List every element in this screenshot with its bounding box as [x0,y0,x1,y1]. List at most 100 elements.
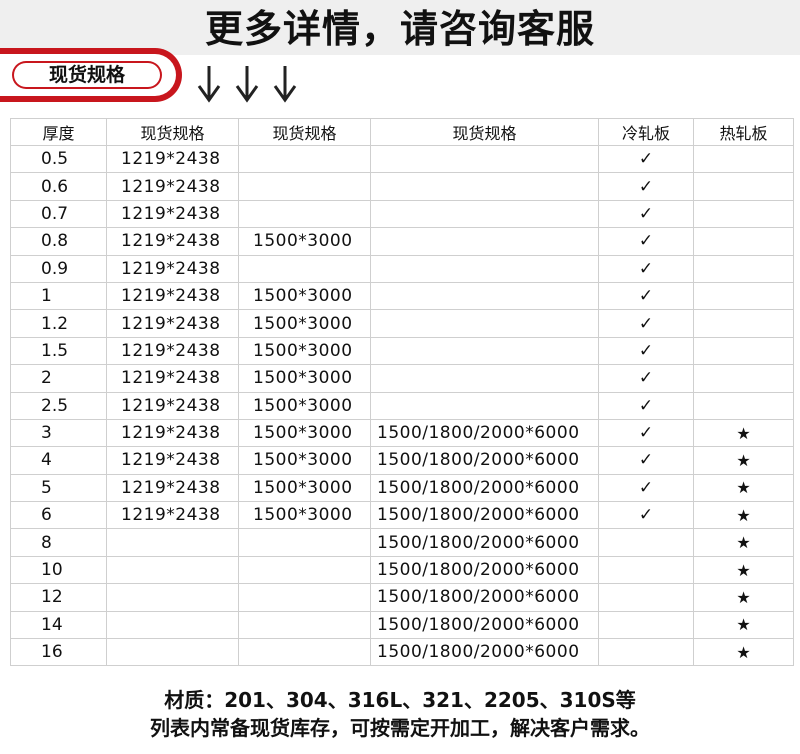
hot-rolled-cell: ★ [693,555,794,585]
thickness-cell: 0.9 [10,254,107,283]
spec-2-cell [238,144,371,174]
hot-rolled-cell [693,336,794,366]
spec-3-cell: 1500/1800/2000*6000 [370,583,599,612]
spec-3-cell [370,364,599,393]
spec-3-cell: 1500/1800/2000*6000 [370,418,599,448]
column-header-spec-1: 现货规格 [106,118,239,146]
cold-rolled-cell [598,528,694,557]
down-arrow-icon [234,64,260,104]
table-row: 3 1219*2438 1500*3000 1500/1800/2000*6000 ✓ ★ [10,418,794,448]
table-row: 0.9 1219*2438 ✓ [10,254,794,283]
thickness-cell: 6 [10,501,107,530]
hot-rolled-cell [693,364,794,393]
cold-rolled-cell: ✓ [598,227,694,256]
badge-pill: 现货规格 [0,48,182,102]
column-header-cold-rolled: 冷轧板 [598,118,694,146]
column-header-thickness: 厚度 [10,118,107,146]
spec-3-cell: 1500/1800/2000*6000 [370,446,599,475]
column-header-hot-rolled: 热轧板 [693,118,794,146]
thickness-cell: 0.8 [10,227,107,256]
hot-rolled-cell [693,281,794,311]
cold-rolled-cell [598,583,694,612]
spec-3-cell: 1500/1800/2000*6000 [370,501,599,530]
spec-1-cell: 1219*2438 [106,473,239,503]
spec-2-cell: 1500*3000 [238,364,371,393]
cold-rolled-cell [598,610,694,640]
spec-3-cell [370,281,599,311]
badge-label: 现货规格 [48,64,125,86]
table-body: 0.5 1219*2438 ✓ 0.6 1219*2438 ✓ 0.7 1219*2438 ✓ 0… [10,144,794,667]
spec-table: 厚度 现货规格 现货规格 现货规格 冷轧板 热轧板 0.5 1219*2438 ✓ 0… [10,118,794,667]
spec-2-cell: 1500*3000 [238,227,371,256]
spec-2-cell: 1500*3000 [238,309,371,338]
table-row: 12 1500/1800/2000*6000 ★ [10,583,794,612]
thickness-cell: 2 [10,364,107,393]
cold-rolled-cell: ✓ [598,144,694,174]
hot-rolled-cell: ★ [693,501,794,530]
thickness-cell: 3 [10,418,107,448]
spec-2-cell [238,583,371,612]
cold-rolled-cell: ✓ [598,501,694,530]
spec-3-cell: 1500/1800/2000*6000 [370,638,599,667]
hot-rolled-cell: ★ [693,583,794,612]
cold-rolled-cell: ✓ [598,309,694,338]
thickness-cell: 1 [10,281,107,311]
spec-2-cell [238,528,371,557]
spec-1-cell: 1219*2438 [106,144,239,174]
footer-materials: 材质：201、304、316L、321、2205、310S等 [164,688,636,712]
spec-1-cell: 1219*2438 [106,281,239,311]
thickness-cell: 0.5 [10,144,107,174]
spec-3-cell [370,199,599,229]
table-row: 5 1219*2438 1500*3000 1500/1800/2000*6000 ✓ ★ [10,473,794,503]
cold-rolled-cell: ✓ [598,473,694,503]
cold-rolled-cell: ✓ [598,172,694,201]
thickness-cell: 0.6 [10,172,107,201]
table-row: 0.5 1219*2438 ✓ [10,144,794,174]
spec-1-cell: 1219*2438 [106,501,239,530]
cold-rolled-cell: ✓ [598,391,694,420]
spec-1-cell: 1219*2438 [106,254,239,283]
thickness-cell: 4 [10,446,107,475]
cold-rolled-cell: ✓ [598,336,694,366]
cold-rolled-cell: ✓ [598,254,694,283]
spec-2-cell: 1500*3000 [238,501,371,530]
spec-1-cell: 1219*2438 [106,446,239,475]
cold-rolled-cell: ✓ [598,281,694,311]
down-arrow-icon [272,64,298,104]
hot-rolled-cell: ★ [693,638,794,667]
hot-rolled-cell: ★ [693,418,794,448]
hot-rolled-cell: ★ [693,610,794,640]
footer-note: 列表内常备现货库存，可按需定开加工，解决客户需求。 [150,716,650,740]
table-row: 2.5 1219*2438 1500*3000 ✓ [10,391,794,420]
spec-3-cell: 1500/1800/2000*6000 [370,473,599,503]
spec-2-cell: 1500*3000 [238,391,371,420]
spec-3-cell [370,172,599,201]
thickness-cell: 14 [10,610,107,640]
spec-2-cell [238,254,371,283]
hot-rolled-cell [693,144,794,174]
table-row: 1.5 1219*2438 1500*3000 ✓ [10,336,794,366]
table-row: 8 1500/1800/2000*6000 ★ [10,528,794,557]
spec-2-cell: 1500*3000 [238,281,371,311]
spec-2-cell [238,555,371,585]
spec-1-cell: 1219*2438 [106,418,239,448]
table-row: 1 1219*2438 1500*3000 ✓ [10,281,794,311]
table-row: 6 1219*2438 1500*3000 1500/1800/2000*6000 ✓ ★ [10,501,794,530]
spec-1-cell [106,638,239,667]
hot-rolled-cell: ★ [693,473,794,503]
arrow-group [196,64,306,104]
spec-1-cell [106,610,239,640]
spec-1-cell: 1219*2438 [106,199,239,229]
hot-rolled-cell [693,309,794,338]
column-header-spec-3: 现货规格 [370,118,599,146]
table-row: 0.8 1219*2438 1500*3000 ✓ [10,227,794,256]
spec-3-cell [370,336,599,366]
table-row: 0.7 1219*2438 ✓ [10,199,794,229]
hot-rolled-cell [693,172,794,201]
spec-1-cell: 1219*2438 [106,336,239,366]
hot-rolled-cell: ★ [693,528,794,557]
thickness-cell: 12 [10,583,107,612]
table-row: 4 1219*2438 1500*3000 1500/1800/2000*6000 ✓ ★ [10,446,794,475]
spec-1-cell: 1219*2438 [106,172,239,201]
table-row: 14 1500/1800/2000*6000 ★ [10,610,794,640]
